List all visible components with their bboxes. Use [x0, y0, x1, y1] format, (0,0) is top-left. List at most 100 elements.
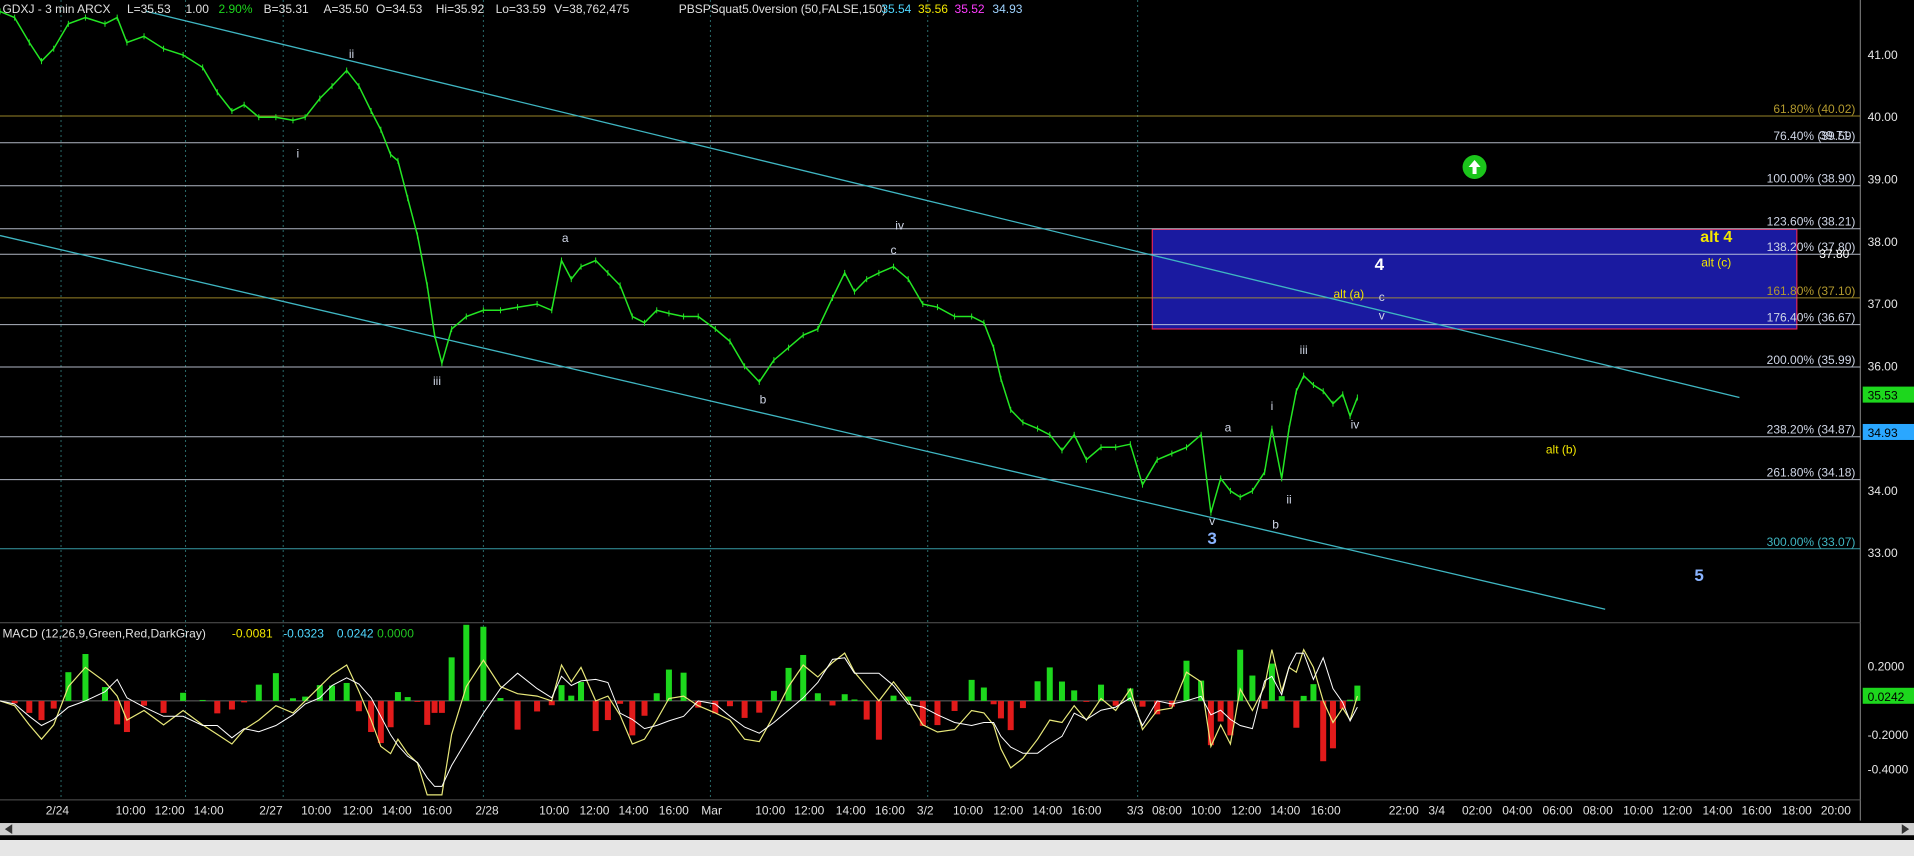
macd-histogram-bar — [387, 700, 394, 728]
time-axis-tick: 12:00 — [993, 803, 1023, 817]
macd-histogram-bar — [180, 692, 187, 701]
macd-histogram-bar — [463, 624, 470, 701]
fib-level-label: 123.60% (38.21) — [1767, 215, 1856, 229]
macd-signal-line — [0, 652, 1358, 787]
alt4-label: alt 4 — [1700, 229, 1732, 246]
time-axis-tick: 12:00 — [579, 803, 609, 817]
macd-axis-tick: -0.4000 — [1868, 762, 1909, 776]
time-axis-tick: Mar — [701, 803, 722, 817]
header-last: L=35.53 — [127, 2, 171, 16]
macd-histogram-bar — [665, 669, 672, 701]
header-low: Lo=33.59 — [496, 2, 547, 16]
price-axis-tick: 40.00 — [1868, 110, 1898, 124]
time-axis-tick: 02:00 — [1462, 803, 1492, 817]
wave-label: alt (b) — [1546, 443, 1577, 457]
macd-histogram-bar — [1249, 675, 1256, 701]
macd-histogram-bar — [1347, 699, 1354, 701]
price-axis-tick: 38.00 — [1868, 235, 1898, 249]
time-axis-tick: 14:00 — [1270, 803, 1300, 817]
price-axis-tick: 33.00 — [1868, 546, 1898, 560]
macd-histogram-bar — [980, 687, 987, 701]
fib-level-label: 238.20% (34.87) — [1767, 423, 1856, 437]
price-chart[interactable]: 61.80% (40.02)76.40% (39.59)100.00% (38.… — [0, 0, 1914, 856]
macd-histogram-bar — [38, 700, 45, 721]
macd-histogram-bar — [968, 679, 975, 701]
macd-histogram-bar — [438, 700, 445, 713]
time-axis-tick: 08:00 — [1152, 803, 1182, 817]
macd-histogram-bar — [548, 700, 555, 706]
time-axis-tick: 12:00 — [1662, 803, 1692, 817]
macd-histogram-bar — [934, 700, 941, 726]
wave-label: v — [1209, 514, 1215, 528]
macd-histogram-bar — [558, 685, 565, 701]
macd-axis-tick: -0.2000 — [1868, 728, 1909, 742]
wave-label: i — [297, 147, 300, 161]
time-axis-tick: 18:00 — [1782, 803, 1812, 817]
header-study: PBSPSquat5.0version (50,FALSE,150) — [679, 2, 886, 16]
macd-histogram-bar — [214, 700, 221, 714]
alt-c-label: alt (c) — [1701, 256, 1731, 270]
fib-level-label: 176.40% (36.67) — [1767, 311, 1856, 325]
level-value-label: 39.71 — [1819, 128, 1849, 142]
macd-value: -0.0081 — [232, 626, 273, 640]
time-axis-tick: 16:00 — [1311, 803, 1341, 817]
time-axis-tick: 12:00 — [1231, 803, 1261, 817]
macd-value: 0.0242 — [337, 626, 374, 640]
fib-level-label: 200.00% (35.99) — [1767, 353, 1856, 367]
macd-histogram-bar — [951, 700, 958, 711]
time-axis-tick: 10:00 — [116, 803, 146, 817]
header-change: 1.00 — [186, 2, 210, 16]
macd-histogram-bar — [1310, 684, 1317, 701]
time-axis-tick: 14:00 — [382, 803, 412, 817]
macd-label: MACD (12,26,9,Green,Red,DarkGray) — [2, 626, 205, 640]
time-axis-tick: 06:00 — [1543, 803, 1573, 817]
wave-label: c — [1379, 290, 1385, 304]
time-axis-tick: 2/28 — [475, 803, 499, 817]
macd-histogram-bar — [641, 700, 648, 716]
macd-histogram-bar — [997, 700, 1004, 719]
time-axis-tick: 12:00 — [343, 803, 373, 817]
header-symbol: GDXJ - 3 min ARCX — [2, 2, 110, 16]
macd-histogram-bar — [617, 700, 624, 704]
macd-histogram-bar — [990, 700, 997, 705]
header-ask: A=35.50 — [323, 2, 368, 16]
macd-histogram-bar — [1112, 700, 1119, 706]
time-axis-tick: 10:00 — [1191, 803, 1221, 817]
macd-histogram-bar — [11, 700, 18, 704]
time-axis-tick: 14:00 — [619, 803, 649, 817]
header-bid: B=35.31 — [264, 2, 309, 16]
macd-histogram-bar — [1034, 681, 1041, 701]
macd-histogram-bar — [241, 700, 248, 703]
macd-line — [0, 648, 1358, 796]
macd-histogram-bar — [1019, 700, 1026, 709]
price-axis-tick: 39.00 — [1868, 173, 1898, 187]
macd-histogram-bar — [1071, 690, 1078, 701]
wave-label: 3 — [1207, 529, 1216, 548]
header-pct: 2.90% — [218, 2, 252, 16]
last-price-badge-text: 35.53 — [1868, 389, 1898, 403]
wave-label: v — [1379, 309, 1385, 323]
time-axis-tick: 10:00 — [539, 803, 569, 817]
macd-histogram-bar — [890, 695, 897, 701]
macd-histogram-bar — [1300, 695, 1307, 701]
macd-histogram-bar — [114, 700, 121, 725]
macd-histogram-bar — [1007, 700, 1014, 731]
time-axis-tick: 3/3 — [1127, 803, 1144, 817]
macd-histogram-bar — [431, 700, 438, 713]
time-axis-tick: 10:00 — [301, 803, 331, 817]
macd-histogram-bar — [592, 700, 599, 732]
time-axis-tick: 22:00 — [1389, 803, 1419, 817]
time-axis-tick: 3/2 — [917, 803, 934, 817]
macd-histogram-bar — [1207, 700, 1214, 746]
macd-histogram-bar — [814, 693, 821, 701]
time-axis-tick: 12:00 — [794, 803, 824, 817]
wave-label: iv — [1351, 418, 1360, 432]
channel-trendline — [146, 10, 1740, 399]
wave-label: ii — [349, 47, 354, 61]
macd-histogram-bar — [875, 700, 882, 740]
study-price-badge-text: 34.93 — [1868, 426, 1898, 440]
wave-label: b — [1272, 517, 1279, 531]
macd-histogram-bar — [829, 700, 836, 706]
macd-histogram-bar — [534, 700, 541, 712]
macd-axis-tick: 0.2000 — [1868, 660, 1905, 674]
